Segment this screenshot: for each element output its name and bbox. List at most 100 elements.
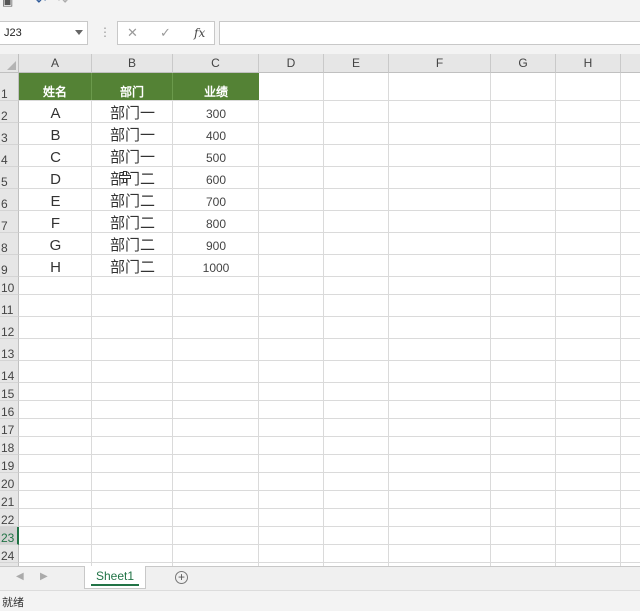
- insert-function-icon[interactable]: fx: [194, 26, 205, 40]
- row-header-21[interactable]: 21: [0, 491, 19, 509]
- name-box-value: J23: [4, 27, 22, 39]
- column-gridline: [388, 73, 389, 566]
- row-header-19[interactable]: 19: [0, 455, 19, 473]
- add-sheet-icon[interactable]: +: [175, 571, 188, 584]
- row-header-11[interactable]: 11: [0, 295, 19, 317]
- table-cell[interactable]: 1000: [173, 255, 259, 277]
- table-cell[interactable]: 700: [173, 189, 259, 211]
- table-cell[interactable]: 600: [173, 167, 259, 189]
- table-cell[interactable]: 部门二: [92, 211, 173, 233]
- sheet-tab-sheet1[interactable]: Sheet1: [84, 566, 146, 589]
- formula-buttons: ✕ ✓ fx: [117, 21, 215, 45]
- mouse-cursor-icon: [119, 171, 131, 183]
- table-cell[interactable]: 部门一: [92, 101, 173, 123]
- row-header-18[interactable]: 18: [0, 437, 19, 455]
- table-cell[interactable]: 部门一: [92, 123, 173, 145]
- save-icon[interactable]: ▣: [2, 0, 13, 8]
- row-gridline: [19, 526, 640, 527]
- sheet-tab-bar: ◀ ▶ Sheet1 +: [0, 566, 640, 590]
- undo-icon[interactable]: ↶: [36, 0, 46, 8]
- row-gridline: [19, 562, 640, 563]
- worksheet-grid[interactable]: A B C D E F G H 1 2 3 4 5 6 7 8 9 10 11 12 13 14 15 16 17 18 19 20 2…: [0, 54, 640, 566]
- scroll-right-icon[interactable]: ▶: [40, 571, 48, 582]
- row-header-8[interactable]: 8: [0, 233, 19, 255]
- row-header-20[interactable]: 20: [0, 473, 19, 491]
- table-cell[interactable]: 300: [173, 101, 259, 123]
- column-gridline: [620, 73, 621, 566]
- chevron-down-icon[interactable]: [75, 30, 83, 35]
- row-gridline: [19, 508, 640, 509]
- column-gridline: [323, 73, 324, 566]
- status-bar: 就绪: [0, 590, 640, 611]
- status-text: 就绪: [2, 597, 24, 609]
- table-header-cell[interactable]: 业绩: [173, 73, 259, 100]
- column-header-c[interactable]: C: [173, 54, 259, 73]
- row-gridline: [19, 382, 640, 383]
- row-gridline: [19, 316, 640, 317]
- row-header-6[interactable]: 6: [0, 189, 19, 211]
- row-header-17[interactable]: 17: [0, 419, 19, 437]
- row-header-15[interactable]: 15: [0, 383, 19, 401]
- column-header-partial[interactable]: [621, 54, 640, 73]
- row-gridline: [19, 360, 640, 361]
- more-dots-icon: ⋮: [99, 25, 111, 39]
- table-cell[interactable]: D: [19, 167, 92, 189]
- redo-icon[interactable]: ↷: [58, 0, 68, 8]
- enter-icon[interactable]: ✓: [160, 25, 171, 41]
- table-cell[interactable]: C: [19, 145, 92, 167]
- name-box[interactable]: J23: [0, 21, 88, 45]
- row-header-1[interactable]: 1: [0, 73, 19, 101]
- row-header-14[interactable]: 14: [0, 361, 19, 383]
- table-cell[interactable]: H: [19, 255, 92, 277]
- quick-access-toolbar: ▣ ↶ ↷: [0, 0, 640, 14]
- row-gridline: [19, 436, 640, 437]
- table-cell[interactable]: 部门二: [92, 189, 173, 211]
- table-header-cell[interactable]: 姓名: [19, 73, 92, 100]
- row-header-2[interactable]: 2: [0, 101, 19, 123]
- row-gridline: [19, 454, 640, 455]
- column-header-a[interactable]: A: [19, 54, 92, 73]
- row-header-3[interactable]: 3: [0, 123, 19, 145]
- column-header-f[interactable]: F: [389, 54, 491, 73]
- table-cell[interactable]: 部门一: [92, 145, 173, 167]
- table-cell[interactable]: 500: [173, 145, 259, 167]
- select-all-button[interactable]: [0, 54, 19, 73]
- row-header-7[interactable]: 7: [0, 211, 19, 233]
- row-header-4[interactable]: 4: [0, 145, 19, 167]
- row-header-16[interactable]: 16: [0, 401, 19, 419]
- column-header-e[interactable]: E: [324, 54, 389, 73]
- row-header-13[interactable]: 13: [0, 339, 19, 361]
- table-cell[interactable]: G: [19, 233, 92, 255]
- row-header-12[interactable]: 12: [0, 317, 19, 339]
- row-header-23[interactable]: 23: [0, 527, 19, 545]
- formula-input[interactable]: [219, 21, 640, 45]
- row-header-22[interactable]: 22: [0, 509, 19, 527]
- table-cell[interactable]: E: [19, 189, 92, 211]
- cancel-icon[interactable]: ✕: [127, 25, 138, 41]
- row-gridline: [19, 400, 640, 401]
- table-cell[interactable]: 部门二: [92, 167, 173, 189]
- table-cell[interactable]: 800: [173, 211, 259, 233]
- formula-bar: J23 ⋮ ✕ ✓ fx: [0, 14, 640, 54]
- table-cell[interactable]: F: [19, 211, 92, 233]
- table-cell[interactable]: 400: [173, 123, 259, 145]
- row-gridline: [19, 418, 640, 419]
- column-header-h[interactable]: H: [556, 54, 621, 73]
- row-header-10[interactable]: 10: [0, 277, 19, 295]
- column-gridline: [490, 73, 491, 566]
- table-cell[interactable]: B: [19, 123, 92, 145]
- scroll-left-icon[interactable]: ◀: [16, 571, 24, 582]
- table-cell[interactable]: A: [19, 101, 92, 123]
- table-cell[interactable]: 部门二: [92, 233, 173, 255]
- row-gridline: [19, 472, 640, 473]
- table-cell[interactable]: 900: [173, 233, 259, 255]
- column-header-d[interactable]: D: [259, 54, 324, 73]
- row-header-9[interactable]: 9: [0, 255, 19, 277]
- row-gridline: [19, 490, 640, 491]
- table-header-cell[interactable]: 部门: [92, 73, 173, 100]
- column-header-g[interactable]: G: [491, 54, 556, 73]
- row-header-24[interactable]: 24: [0, 545, 19, 563]
- column-header-b[interactable]: B: [92, 54, 173, 73]
- row-header-5[interactable]: 5: [0, 167, 19, 189]
- table-cell[interactable]: 部门二: [92, 255, 173, 277]
